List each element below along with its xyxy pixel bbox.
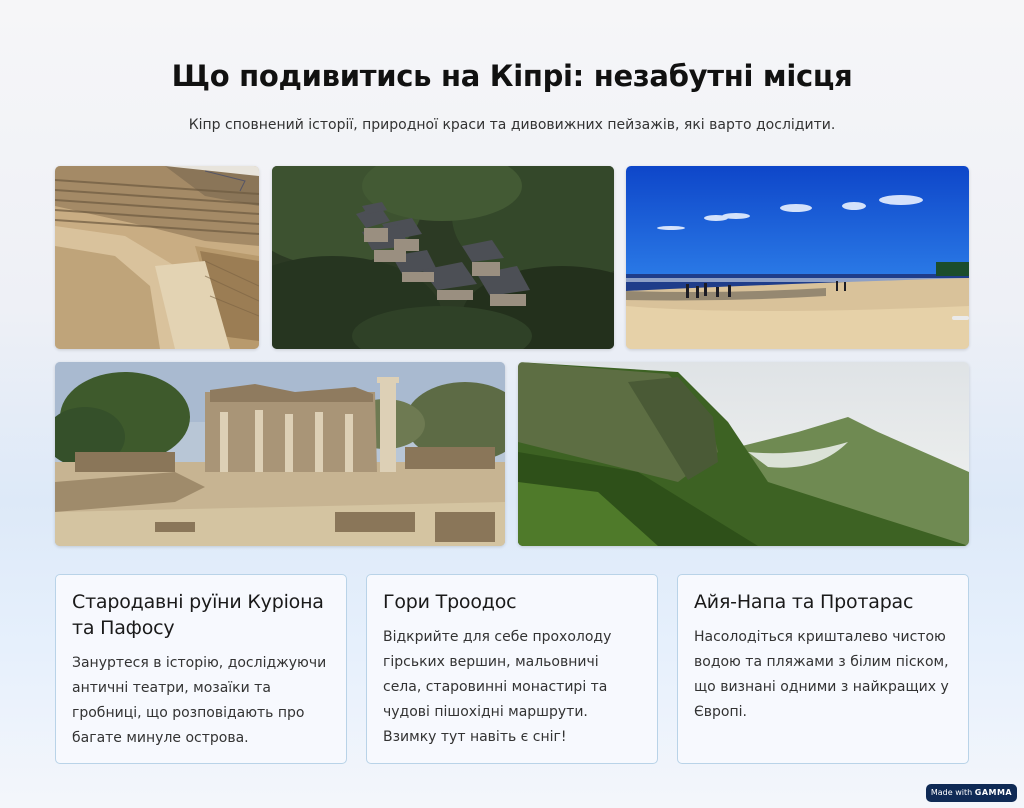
card-text: Відкрийте для себе прохолоду гірських ве… xyxy=(383,629,612,745)
card-troodos: Гори Троодос Відкрийте для себе прохолод… xyxy=(366,574,658,764)
photo-mountain-village xyxy=(272,166,614,349)
card-title: Гори Троодос xyxy=(383,591,517,613)
gamma-logo: GAMMA xyxy=(974,788,1013,797)
card-ayia-napa-protaras: Айя-Напа та Протарас Насолодіться кришта… xyxy=(677,574,969,764)
card-kourion-paphos: Стародавні руїни Куріона та Пафосу Занур… xyxy=(55,574,347,764)
card-title: Стародавні руїни Куріона та Пафосу xyxy=(72,591,324,639)
photo-ancient-theatre xyxy=(55,166,259,349)
card-title: Айя-Напа та Протарас xyxy=(694,591,914,613)
page-title: Що подивитись на Кіпрі: незабутні місця xyxy=(171,59,853,94)
badge-prefix: Made with xyxy=(930,788,973,797)
card-text: Насолодіться кришталево чистою водою та … xyxy=(694,629,949,720)
made-with-gamma-badge[interactable]: Made with GAMMA xyxy=(926,784,1017,802)
page-subtitle: Кіпр сповнений історії, природної краси … xyxy=(188,117,836,133)
photo-green-mountains xyxy=(518,362,969,546)
photo-basilica-ruins xyxy=(55,362,505,546)
card-text: Зануртеся в історію, досліджуючи античні… xyxy=(72,655,327,746)
photo-beach xyxy=(626,166,969,349)
